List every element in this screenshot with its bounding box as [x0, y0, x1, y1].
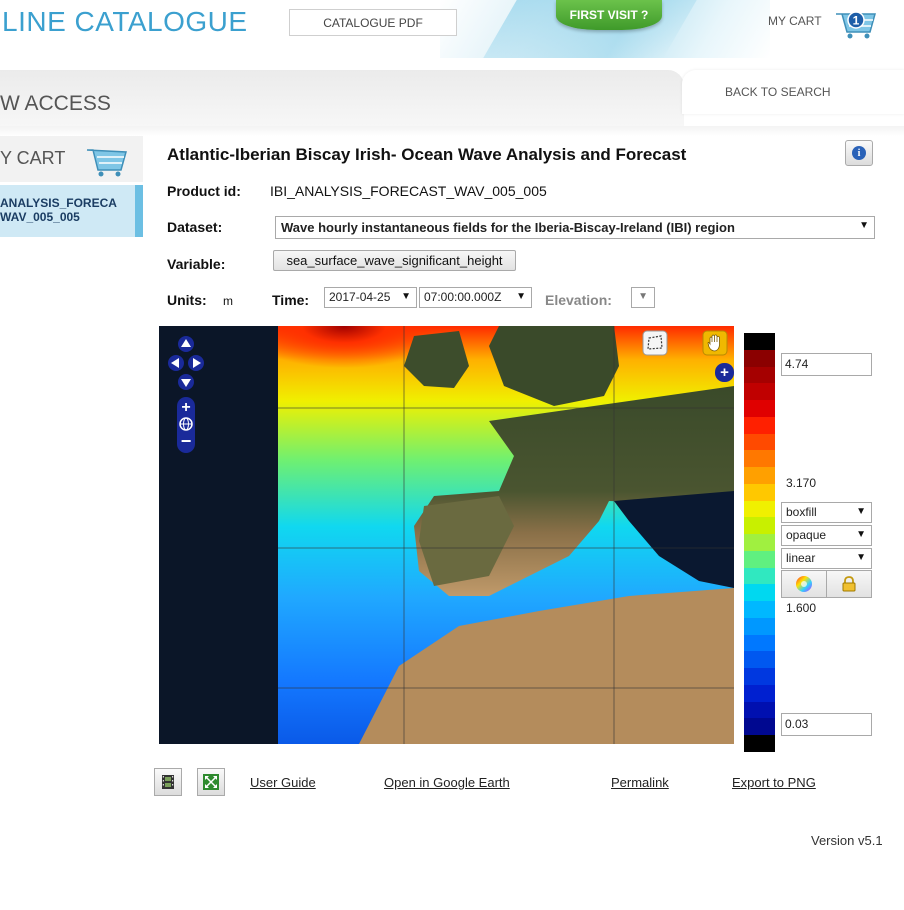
svg-text:−: −	[181, 431, 192, 451]
color-scale-cell	[744, 400, 775, 418]
version-label: Version v5.1	[811, 833, 883, 848]
catalogue-pdf-button[interactable]: CATALOGUE PDF	[289, 9, 457, 36]
units-label: Units:	[167, 292, 207, 308]
chevron-down-icon: ▼	[401, 291, 411, 302]
elevation-select[interactable]: ▼	[631, 287, 655, 308]
color-scale-cell	[744, 450, 775, 468]
product-id-value: IBI_ANALYSIS_FORECAST_WAV_005_005	[270, 183, 547, 199]
color-wheel-icon	[796, 576, 812, 592]
zoom-box-tool-icon[interactable]	[642, 330, 668, 356]
color-scale-cell	[744, 349, 775, 367]
google-earth-link[interactable]: Open in Google Earth	[384, 775, 510, 790]
permalink-link[interactable]: Permalink	[611, 775, 669, 790]
color-scale-cell	[744, 701, 775, 719]
color-scale-cell	[744, 617, 775, 635]
variable-button[interactable]: sea_surface_wave_significant_height	[273, 250, 516, 271]
section-title: W ACCESS	[0, 92, 111, 115]
cart-icon[interactable]: 1	[834, 6, 878, 40]
color-scale-cell	[744, 517, 775, 535]
lock-icon	[842, 576, 856, 592]
color-scale-cell	[744, 601, 775, 619]
back-to-search-link[interactable]: BACK TO SEARCH	[725, 85, 831, 99]
color-scale-cell	[744, 684, 775, 702]
color-scale-cell	[744, 567, 775, 585]
product-title: Atlantic-Iberian Biscay Irish- Ocean Wav…	[167, 145, 687, 164]
chevron-down-icon: ▼	[638, 291, 648, 302]
export-png-link[interactable]: Export to PNG	[732, 775, 816, 790]
sidebar-item-product[interactable]: ANALYSIS_FORECA WAV_005_005	[0, 185, 143, 237]
time-selected: 07:00:00.000Z	[424, 290, 502, 304]
sidebar-item-label: WAV_005_005	[0, 210, 80, 224]
color-scale-cell	[744, 467, 775, 485]
opacity-select[interactable]: opaque ▼	[781, 525, 872, 546]
layer-switcher-icon[interactable]: +	[714, 362, 734, 382]
scale-lower-label: 1.600	[786, 601, 817, 615]
dataset-select[interactable]: Wave hourly instantaneous fields for the…	[275, 216, 875, 239]
svg-text:+: +	[181, 399, 190, 416]
film-icon	[162, 775, 174, 789]
color-scale-cell	[744, 668, 775, 686]
palette-button[interactable]	[781, 570, 827, 598]
color-scale-cell	[744, 383, 775, 401]
color-scale-cell	[744, 718, 775, 736]
chevron-down-icon: ▼	[856, 529, 866, 540]
fullscreen-button[interactable]	[197, 768, 225, 796]
product-id-label: Product id:	[167, 183, 241, 199]
scale-min-input[interactable]: 0.03	[781, 713, 872, 736]
color-scale-cell	[744, 651, 775, 669]
variable-label: Variable:	[167, 256, 226, 272]
site-title[interactable]: LINE CATALOGUE	[2, 6, 248, 38]
pan-hand-tool-icon[interactable]	[702, 330, 728, 356]
chevron-down-icon: ▼	[856, 506, 866, 517]
chevron-down-icon: ▼	[516, 291, 526, 302]
lock-scale-button[interactable]	[826, 570, 872, 598]
color-scale-cell	[744, 550, 775, 568]
divider	[0, 126, 904, 136]
date-selected: 2017-04-25	[329, 290, 391, 304]
map-viewport[interactable]	[159, 326, 734, 744]
color-scale-cell	[744, 366, 775, 384]
date-select[interactable]: 2017-04-25 ▼	[324, 287, 417, 308]
chevron-down-icon: ▼	[856, 552, 866, 563]
map-zoom-control[interactable]: + −	[176, 397, 196, 453]
color-scale-cell	[744, 433, 775, 451]
color-scale-cell	[744, 735, 775, 753]
color-scale-cell	[744, 534, 775, 552]
sidebar-cart-label: Y CART	[0, 148, 66, 168]
color-scale-cell	[744, 416, 775, 434]
scale-max-input[interactable]: 4.74	[781, 353, 872, 376]
opacity-selected: opaque	[786, 528, 827, 542]
dataset-selected: Wave hourly instantaneous fields for the…	[281, 220, 735, 235]
info-button[interactable]: i	[845, 140, 873, 166]
cart-icon	[86, 144, 128, 178]
color-scale-cell	[744, 483, 775, 501]
units-value: m	[223, 294, 233, 308]
sidebar-item-label: ANALYSIS_FORECA	[0, 196, 117, 210]
map-pan-control[interactable]	[167, 336, 205, 390]
info-icon: i	[852, 146, 866, 160]
color-scale-cell	[744, 500, 775, 518]
chevron-down-icon: ▼	[859, 220, 869, 231]
svg-text:+: +	[720, 364, 729, 381]
time-select[interactable]: 07:00:00.000Z ▼	[419, 287, 532, 308]
time-label: Time:	[272, 292, 310, 308]
scale-selected: linear	[786, 551, 816, 565]
elevation-label: Elevation:	[545, 292, 612, 308]
color-scale-cell	[744, 333, 775, 350]
wave-height-map	[159, 326, 734, 744]
style-select[interactable]: boxfill ▼	[781, 502, 872, 523]
color-scale-cell	[744, 634, 775, 652]
animation-button[interactable]	[154, 768, 182, 796]
user-guide-link[interactable]: User Guide	[250, 775, 316, 790]
first-visit-button[interactable]: FIRST VISIT ?	[556, 0, 662, 30]
scale-upper-label: 3.170	[786, 476, 817, 490]
scale-select[interactable]: linear ▼	[781, 548, 872, 569]
expand-icon	[203, 774, 219, 790]
color-scale-cell	[744, 584, 775, 602]
cart-count-badge: 1	[853, 14, 860, 28]
my-cart-link[interactable]: MY CART	[768, 14, 822, 28]
color-scale-bar	[744, 333, 775, 753]
style-selected: boxfill	[786, 505, 817, 519]
dataset-label: Dataset:	[167, 219, 223, 235]
